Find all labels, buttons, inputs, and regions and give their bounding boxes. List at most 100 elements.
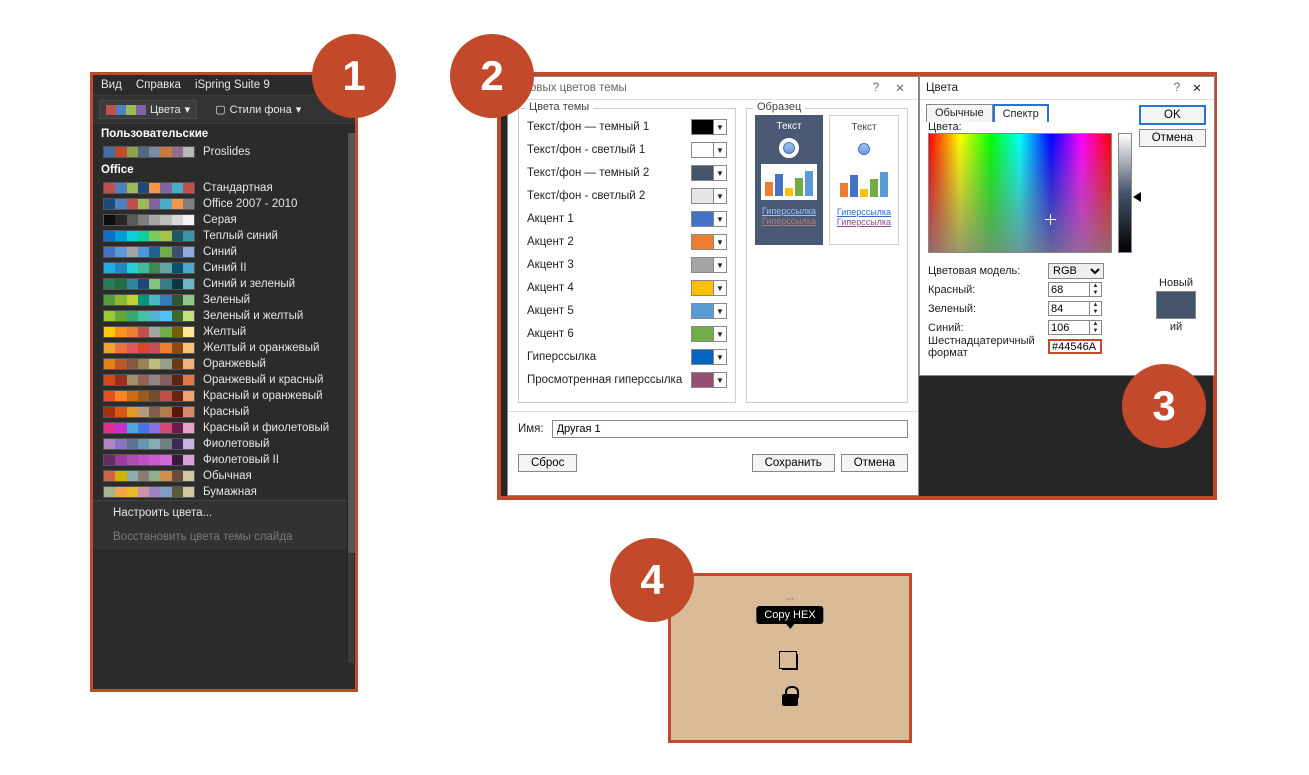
row-label: Гиперссылка (527, 351, 691, 363)
model-label: Цветовая модель: (928, 265, 1048, 277)
red-input[interactable] (1048, 282, 1090, 297)
theme-item[interactable]: Оранжевый и красный (93, 372, 355, 388)
help-icon[interactable]: ? (864, 82, 888, 94)
color-picker-button[interactable]: ▼ (691, 142, 727, 158)
tooltip: Copy HEX (756, 606, 823, 624)
spinner[interactable]: ▲▼ (1090, 301, 1102, 316)
spinner[interactable]: ▲▼ (1090, 282, 1102, 297)
scrollbar[interactable] (347, 133, 354, 663)
color-picker-button[interactable]: ▼ (691, 303, 727, 319)
theme-item[interactable]: Синий и зеленый (93, 276, 355, 292)
spinner[interactable]: ▲▼ (1090, 320, 1102, 335)
colors-dropdown-button[interactable]: Цвета ▾ (99, 100, 197, 119)
slider-arrow-icon (1133, 192, 1141, 202)
bg-styles-button[interactable]: ▢ Стили фона ▾ (209, 100, 307, 119)
color-strip (103, 470, 195, 482)
menu-view[interactable]: Вид (101, 79, 122, 91)
color-picker-button[interactable]: ▼ (691, 234, 727, 250)
old-label: ий (1148, 321, 1204, 333)
scrollbar-thumb[interactable] (348, 133, 355, 553)
chart-icon (761, 164, 817, 200)
preview-text: Текст (851, 122, 876, 133)
theme-label: Серая (203, 214, 345, 226)
theme-item[interactable]: Зеленый (93, 292, 355, 308)
theme-name-input[interactable] (552, 420, 908, 438)
color-picker-button[interactable]: ▼ (691, 326, 727, 342)
theme-item[interactable]: Синий II (93, 260, 355, 276)
color-strip (103, 438, 195, 450)
theme-item[interactable]: Красный и оранжевый (93, 388, 355, 404)
color-picker-button[interactable]: ▼ (691, 119, 727, 135)
color-picker-button[interactable]: ▼ (691, 372, 727, 388)
close-icon[interactable]: ✕ (888, 81, 912, 95)
theme-color-row: Текст/фон — темный 2▼ (527, 162, 727, 184)
help-icon[interactable]: ? (1168, 82, 1186, 94)
theme-item[interactable]: Зеленый и желтый (93, 308, 355, 324)
tab-standard[interactable]: Обычные (926, 104, 993, 122)
theme-label: Оранжевый (203, 358, 345, 370)
color-picker-button[interactable]: ▼ (691, 211, 727, 227)
badge-1: 1 (312, 34, 396, 118)
theme-color-row: Акцент 3▼ (527, 254, 727, 276)
create-theme-colors-dialog: е новых цветов темы ? ✕ Цвета темы Текст… (507, 76, 919, 496)
theme-item[interactable]: Серая (93, 212, 355, 228)
color-picker-button[interactable]: ▼ (691, 349, 727, 365)
menu-help[interactable]: Справка (136, 79, 181, 91)
theme-label: Желтый (203, 326, 345, 338)
copy-icon[interactable] (782, 654, 798, 670)
theme-item[interactable]: Стандартная (93, 180, 355, 196)
preview-text: Текст (776, 121, 801, 132)
theme-item[interactable]: Proslides (93, 144, 355, 160)
theme-color-row: Акцент 4▼ (527, 277, 727, 299)
crosshair-icon (1045, 214, 1056, 225)
hyperlink-sample: Гиперссылка (762, 206, 816, 216)
theme-label: Красный и оранжевый (203, 390, 345, 402)
theme-label: Синий II (203, 262, 345, 274)
color-picker-button[interactable]: ▼ (691, 188, 727, 204)
theme-item[interactable]: Бумажная (93, 484, 355, 500)
cancel-button[interactable]: Отмена (1139, 129, 1206, 147)
menu-ispring[interactable]: iSpring Suite 9 (195, 79, 270, 91)
save-button[interactable]: Сохранить (752, 454, 835, 472)
theme-item[interactable]: Обычная (93, 468, 355, 484)
colors-label: Цвета (150, 104, 181, 116)
close-icon[interactable]: ✕ (1186, 81, 1208, 95)
sample-group: Образец Текст Гиперссылка Гиперссылка Те… (746, 108, 908, 403)
theme-item[interactable]: Фиолетовый (93, 436, 355, 452)
reset-button[interactable]: Сброс (518, 454, 577, 472)
office-themes-list: СтандартнаяOffice 2007 - 2010 Серая Теплый… (93, 180, 355, 500)
theme-item[interactable]: Желтый и оранжевый (93, 340, 355, 356)
theme-item[interactable]: Желтый (93, 324, 355, 340)
theme-item[interactable]: Фиолетовый II (93, 452, 355, 468)
bottom-links: Настроить цвета... Восстановить цвета те… (93, 500, 355, 549)
color-strip (103, 486, 195, 498)
color-picker-button[interactable]: ▼ (691, 257, 727, 273)
theme-item[interactable]: Красный и фиолетовый (93, 420, 355, 436)
theme-item[interactable]: Теплый синий (93, 228, 355, 244)
lock-icon[interactable] (782, 694, 798, 706)
theme-item[interactable]: Office 2007 - 2010 (93, 196, 355, 212)
titlebar: Цвета ? ✕ (920, 77, 1214, 100)
theme-color-row: Просмотренная гиперссылка▼ (527, 369, 727, 391)
hex-input[interactable] (1048, 339, 1102, 354)
tab-spectrum[interactable]: Спектр (993, 104, 1049, 122)
resize-icon[interactable]: ↔ (784, 590, 796, 604)
blue-input[interactable] (1048, 320, 1090, 335)
theme-item[interactable]: Синий (93, 244, 355, 260)
theme-item[interactable]: Оранжевый (93, 356, 355, 372)
cancel-button[interactable]: Отмена (841, 454, 908, 472)
color-picker-button[interactable]: ▼ (691, 165, 727, 181)
group-label: Образец (753, 101, 805, 113)
theme-item[interactable]: Красный (93, 404, 355, 420)
spectrum-picker[interactable] (928, 133, 1112, 253)
visited-sample: Гиперссылка (762, 216, 816, 226)
color-strip (103, 326, 195, 338)
color-picker-button[interactable]: ▼ (691, 280, 727, 296)
model-select[interactable]: RGB (1048, 263, 1104, 279)
green-input[interactable] (1048, 301, 1090, 316)
theme-label: Обычная (203, 470, 345, 482)
toolbar: Цвета ▾ ▢ Стили фона ▾ (93, 95, 355, 124)
luminance-slider[interactable] (1118, 133, 1132, 253)
ok-button[interactable]: OK (1139, 105, 1206, 125)
customize-colors-link[interactable]: Настроить цвета... (93, 501, 355, 525)
